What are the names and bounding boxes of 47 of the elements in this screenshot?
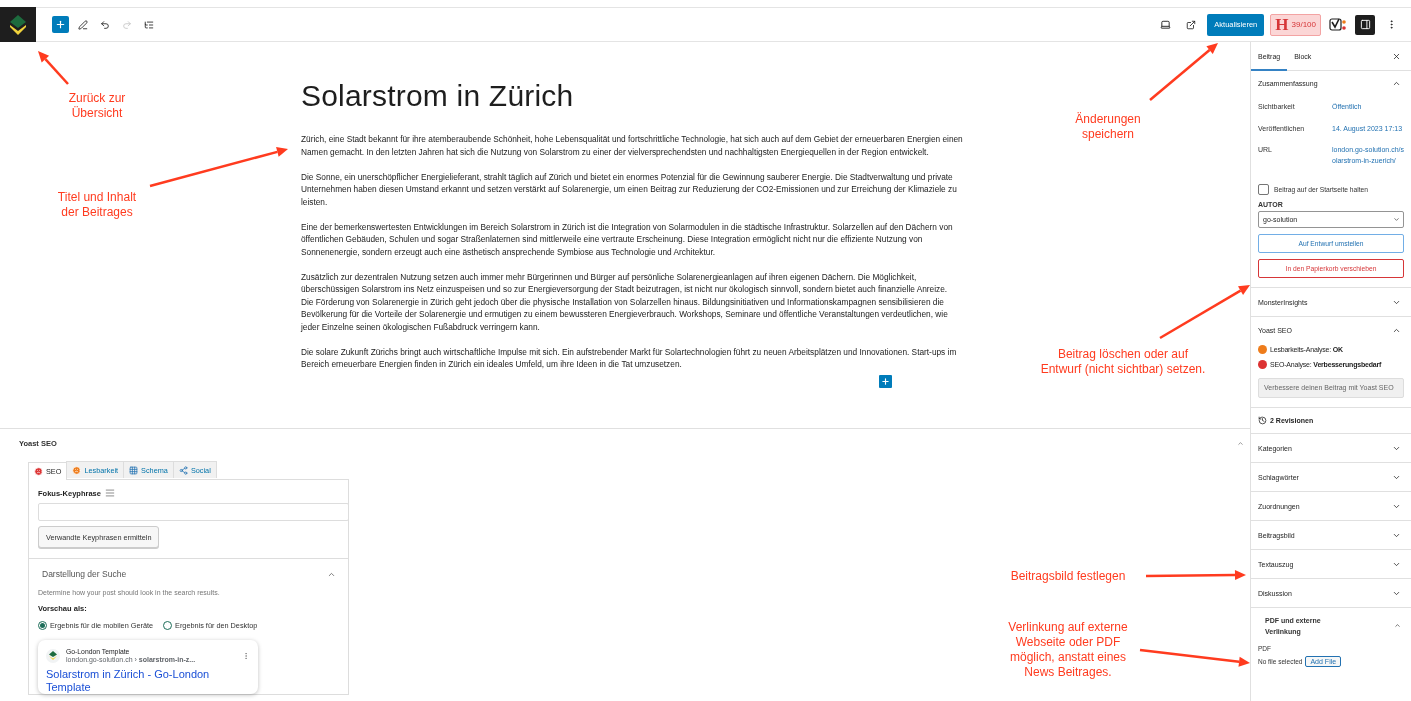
site-logo[interactable] [0,7,36,42]
share-icon [178,465,188,475]
laptop-icon [1159,19,1171,30]
plus-icon [881,377,890,386]
paragraph[interactable]: Zürich, eine Stadt bekannt für ihre atemberaubende Schönheit, hohe Lebensqualität und fortschrittliche Technologie, hat sich auch auf dem Gebiet der erneuerbaren Energien einen Namen gemacht. In den letzten Jahren hat sich die Nutzung von Solarstrom zu einer der vielversprechendsten und nachhaltigsten Energiequellen in der Region entwickelt. [301,133,963,158]
grid-icon [129,465,139,475]
chevron-down-icon [1393,216,1400,223]
panel-toggle[interactable] [1237,440,1244,447]
chevron-up-icon [1394,622,1401,629]
favicon-icon [46,648,60,663]
post-title[interactable]: Solarstrom in Zürich [301,79,963,113]
annotation-text: Titel und Inhalt der Beitrages [57,190,137,220]
add-block-button[interactable] [52,16,69,33]
list-view-icon [143,19,154,30]
paragraph[interactable]: Eine der bemerkenswertesten Entwicklungen im Bereich Solarstrom in Zürich ist die Integration von Solarmodulen in die städtische Infrastruktur. Solarzellen auf den Dächern von öffentlichen Gebäuden, Schulen und sogar Straßenlaternen sind mittlerweile eine vertraute Erscheinung. Diese Integration ermöglicht nicht nur die effiziente Nutzung von Sonnenenergie, sondern erzeugt auch eine ästhetisch ansprechende Symbiose aus Technologie und Architektur. [301,220,963,258]
annotation-text: Änderungen speichern [1075,112,1141,142]
plus-icon [55,19,66,30]
preview-title: Solarstrom in Zürich - Go-London Template [46,668,211,694]
undo-icon [99,19,110,30]
paragraph[interactable]: Die Förderung von Solarenergie in Zürich geht jedoch über die physische Installation von Solarzellen hinaus. Bildungsinitiativen und Informationskampagnen sensibilisieren die Bevölkerung für die Vorteile der Solarenergie und ermutigen zu einem bewussteren Energieverbrauch. Workshops, Seminare und öffentliche Veranstaltungen verdeutlichen, wie jeder Einzelne seinen ökologischen Fußabdruck verringern kann. [301,295,963,333]
external-link-icon [1186,19,1197,30]
annotation-text: Zurück zur Übersicht [68,91,126,121]
arrow [1149,43,1218,101]
score-letter: H [1275,14,1289,35]
redo-icon [121,19,132,30]
paragraph[interactable]: Die solare Zukunft Zürichs bringt auch wirtschaftliche Impulse mit sich. Ein aufstrebender Markt für Solartechnologien führt zu neuen Arbeitsplätzen und Innovationen. Start-ups im Bereich erneuerbare Energien finden in Zürich ein ideales Umfeld, um ihre Ideen in die Tat umzusetzen. [301,345,963,371]
annotation-text: Verlinkung auf externe Webseite oder PDF möglich, anstatt eines News Beitrages. [1008,620,1128,680]
annotation-text: Beitragsbild festlegen [1010,569,1126,584]
yoast-icon [1329,17,1347,32]
sidebar-panel-icon [1359,19,1371,30]
paragraph[interactable]: Zusätzlich zur dezentralen Nutzung setzen auch immer mehr Bürgerinnen und Bürger auf persönliche Solarenergieanlagen auf ihren eigenen Dächern. Die Möglichkeit, überschüssigen Solarstrom ins Netz einzuspeisen und so zur Energieversorgung der Stadt beizutragen, ist nicht nur ökologisch sinnvoll, sondern bietet auch finanzielle Anreize. [301,270,963,296]
more-icon [242,651,250,660]
input-field[interactable] [38,503,349,521]
pen-icon [77,19,88,30]
history-icon [1258,416,1267,425]
sidebar-toggle-button[interactable] [1355,14,1375,35]
checkbox[interactable] [1258,184,1269,195]
section-toggle[interactable]: Darstellung der Suche [38,569,339,579]
chevron-up-icon [1237,440,1244,447]
annotation-text: Beitrag löschen oder auf Entwurf (nicht sichtbar) setzen. [1040,347,1206,377]
add-block-button[interactable] [879,375,892,388]
arrow [38,51,69,85]
close-icon[interactable] [1392,51,1401,61]
score-value: 39/100 [1291,20,1316,29]
paragraph[interactable]: Die Sonne, ein unerschöpflicher Energielieferant, strahlt täglich auf Zürich und bietet ein enormes Potenzial für die Gewinnung sauberer Energie. Die Stadtverwaltung und private Unternehmen haben diesen Umstand erkannt und setzen verstärkt auf Solarenergie, um einen Beitrag zur Reduzierung der CO2-Emissionen und zur Erreichung der Klimaziele zu leisten. [301,170,963,208]
logo-icon [9,14,27,35]
lines-icon [104,488,115,498]
